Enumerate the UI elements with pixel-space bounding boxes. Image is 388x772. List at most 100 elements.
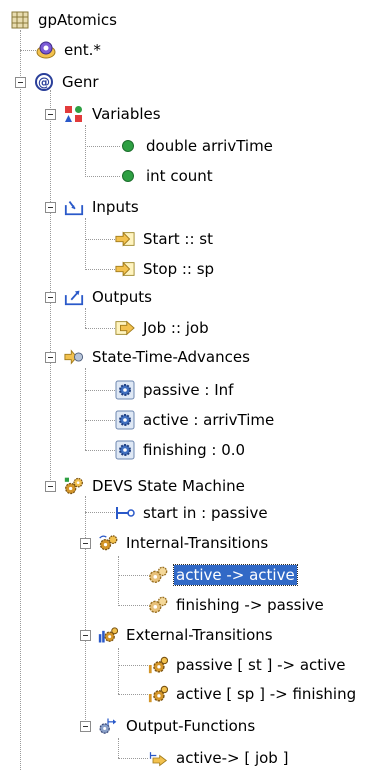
input-arrow-icon xyxy=(115,229,135,249)
tree-connector xyxy=(118,694,148,695)
tree-item-label: Variables xyxy=(92,105,161,123)
tree-item-variable[interactable]: int count xyxy=(118,162,215,190)
tree-item-label: double arrivTime xyxy=(146,137,273,155)
tree-item-label: Stop :: sp xyxy=(143,260,215,278)
collapse-toggle[interactable] xyxy=(45,109,56,120)
tree-item-label: active-> [ job ] xyxy=(176,749,289,767)
outputs-icon xyxy=(64,287,84,307)
tree-connector xyxy=(85,146,120,147)
tree-connector xyxy=(85,450,115,451)
collapse-toggle[interactable] xyxy=(45,481,56,492)
tree-connector xyxy=(85,125,86,177)
tree-connector xyxy=(85,496,86,724)
tree-item-outputs[interactable]: Outputs xyxy=(64,283,154,311)
tree-item-external-transition[interactable]: passive [ st ] -> active xyxy=(148,651,347,679)
transition-gear-icon xyxy=(148,565,168,585)
tree-connector xyxy=(20,50,36,51)
tree-item-label: ent.* xyxy=(64,41,101,59)
tree-item-gpatomics[interactable]: gpAtomics xyxy=(10,6,119,34)
inputs-icon xyxy=(64,197,84,217)
output-function-arrow-icon xyxy=(148,748,168,768)
tree-item-label: finishing : 0.0 xyxy=(143,441,246,459)
tree-connector xyxy=(85,328,115,329)
start-arrow-icon xyxy=(115,503,135,523)
tree-item-label: Job :: job xyxy=(143,319,209,337)
collapse-toggle[interactable] xyxy=(45,292,56,303)
at-class-icon: @ xyxy=(34,72,54,92)
state-gear-icon xyxy=(115,380,135,400)
tree-item-start-state[interactable]: start in : passive xyxy=(115,499,270,527)
tree-connector xyxy=(85,512,115,513)
state-gear-icon xyxy=(115,410,135,430)
tree-item-output-function[interactable]: active-> [ job ] xyxy=(148,744,290,772)
tree-item-internal-transition[interactable]: finishing -> passive xyxy=(148,591,326,619)
tree-connector xyxy=(118,758,148,759)
tree-item-time-advance[interactable]: finishing : 0.0 xyxy=(115,436,247,464)
package-grid-icon xyxy=(10,10,30,30)
tree-item-devs-state-machine[interactable]: DEVS State Machine xyxy=(64,472,247,500)
tree-item-label: active -> active xyxy=(173,564,298,586)
tree-item-inputs[interactable]: Inputs xyxy=(64,193,141,221)
tree-item-label: External-Transitions xyxy=(126,626,273,644)
tree-connector xyxy=(118,605,148,606)
tree-item-external-transitions[interactable]: External-Transitions xyxy=(98,621,275,649)
tree-item-label: active : arrivTime xyxy=(143,411,275,429)
tree-connector xyxy=(118,556,119,606)
tree-connector xyxy=(118,575,148,576)
internal-transition-gears-icon xyxy=(98,533,118,553)
tree-item-label: passive : Inf xyxy=(143,381,234,399)
tree-connector xyxy=(50,90,51,482)
tree-connector xyxy=(85,368,86,450)
green-dot-icon xyxy=(118,136,138,156)
tree-item-time-advance[interactable]: passive : Inf xyxy=(115,376,235,404)
tree-item-label: Outputs xyxy=(92,288,152,306)
tree-item-label: DEVS State Machine xyxy=(92,477,245,495)
tree-item-label: Start :: st xyxy=(143,230,213,248)
collapse-toggle[interactable] xyxy=(15,77,26,88)
green-dot-icon xyxy=(118,166,138,186)
tree-connector xyxy=(85,218,86,270)
tree-item-input[interactable]: Start :: st xyxy=(115,225,215,253)
model-tree: gpAtomics ent.* @ Genr Variables double … xyxy=(0,0,388,772)
collapse-toggle[interactable] xyxy=(80,721,91,732)
tree-item-input[interactable]: Stop :: sp xyxy=(115,255,216,283)
tree-item-internal-transition[interactable]: active -> active xyxy=(148,561,298,589)
tree-item-label: Inputs xyxy=(92,198,139,216)
state-machine-gears-icon xyxy=(64,476,84,496)
collapse-toggle[interactable] xyxy=(80,538,91,549)
tree-item-ent[interactable]: ent.* xyxy=(36,36,103,64)
tree-item-output-functions[interactable]: Output-Functions xyxy=(98,712,257,740)
import-icon xyxy=(36,40,56,60)
external-gear-icon xyxy=(148,655,168,675)
tree-item-internal-transitions[interactable]: Internal-Transitions xyxy=(98,529,270,557)
output-arrow-icon xyxy=(115,318,135,338)
tree-item-time-advance[interactable]: active : arrivTime xyxy=(115,406,276,434)
tree-item-label: active [ sp ] -> finishing xyxy=(176,685,357,703)
tree-connector xyxy=(118,738,119,758)
tree-item-label: Genr xyxy=(62,73,99,91)
output-function-icon xyxy=(98,716,118,736)
collapse-toggle[interactable] xyxy=(80,630,91,641)
state-gear-icon xyxy=(115,440,135,460)
svg-text:@: @ xyxy=(38,76,50,90)
tree-connector xyxy=(85,420,115,421)
tree-connector xyxy=(118,665,148,666)
tree-item-variable[interactable]: double arrivTime xyxy=(118,132,275,160)
tree-connector xyxy=(85,308,86,328)
tree-connector xyxy=(85,390,115,391)
tree-item-genr[interactable]: @ Genr xyxy=(34,68,101,96)
tree-item-label: finishing -> passive xyxy=(176,596,324,614)
collapse-toggle[interactable] xyxy=(45,202,56,213)
tree-item-external-transition[interactable]: active [ sp ] -> finishing xyxy=(148,680,358,708)
collapse-toggle[interactable] xyxy=(45,352,56,363)
tree-connector xyxy=(118,648,119,694)
tree-item-label: gpAtomics xyxy=(38,11,117,29)
tree-connector xyxy=(85,239,115,240)
tree-item-state-time-advances[interactable]: State-Time-Advances xyxy=(64,343,252,371)
tree-item-variables[interactable]: Variables xyxy=(64,100,163,128)
tree-item-output[interactable]: Job :: job xyxy=(115,314,211,342)
tree-item-label: State-Time-Advances xyxy=(92,348,250,366)
external-transition-gears-icon xyxy=(98,625,118,645)
variables-icon xyxy=(64,104,84,124)
tree-item-label: int count xyxy=(146,167,213,185)
